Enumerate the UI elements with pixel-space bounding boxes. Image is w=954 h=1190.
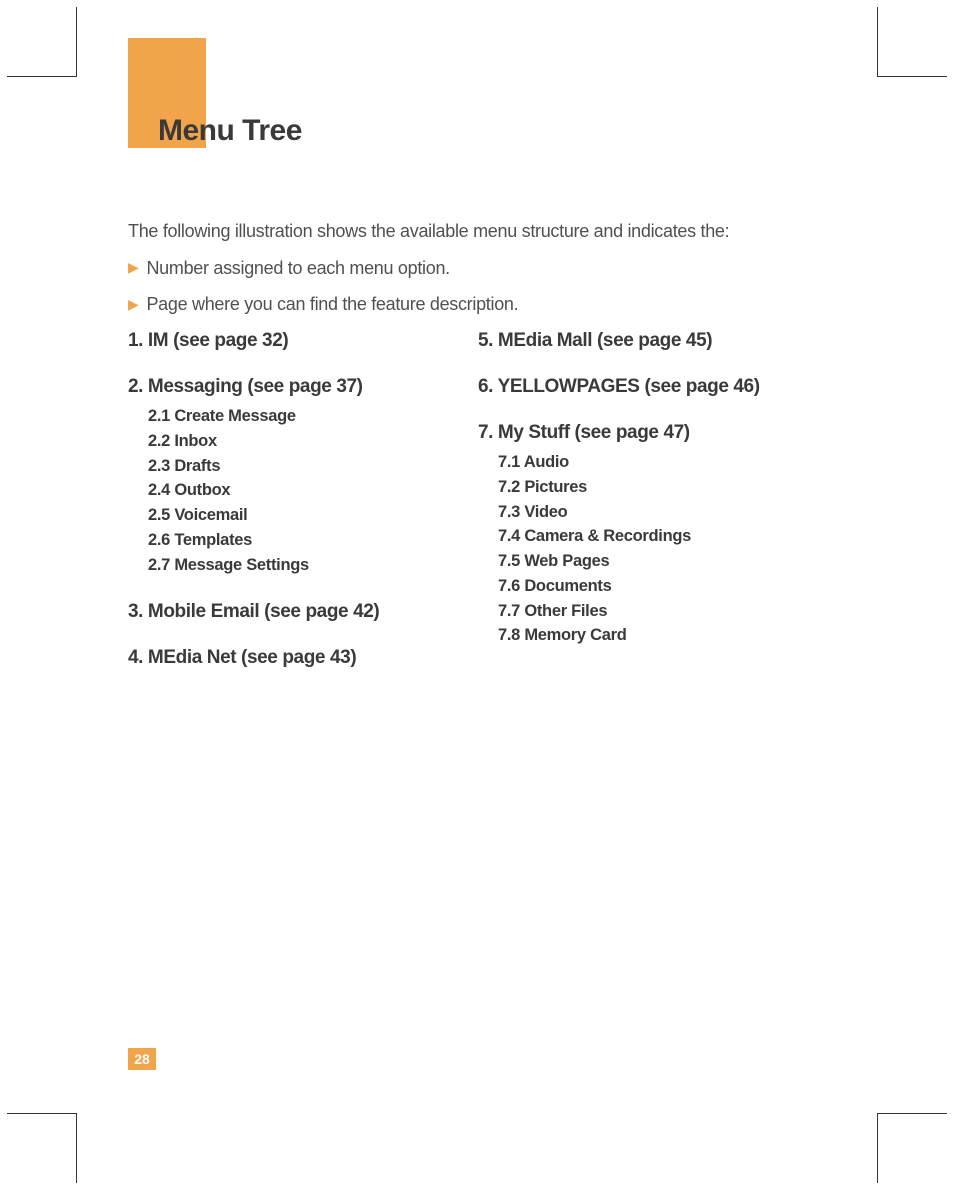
menu-subitem: 2.6 Templates: [148, 528, 478, 553]
crop-mark: [877, 76, 947, 77]
crop-mark: [877, 1113, 947, 1114]
menu-subitem: 7.6 Documents: [498, 574, 828, 599]
menu-subitem: 7.4 Camera & Recordings: [498, 524, 828, 549]
intro-section: The following illustration shows the ava…: [128, 216, 848, 320]
crop-mark: [7, 1113, 77, 1114]
menu-subitem: 7.5 Web Pages: [498, 549, 828, 574]
menu-section-title: 7. My Stuff (see page 47): [478, 422, 828, 444]
menu-subitem: 2.5 Voicemail: [148, 503, 478, 528]
menu-subitem: 2.4 Outbox: [148, 478, 478, 503]
menu-subitem: 2.1 Create Message: [148, 404, 478, 429]
bullet-list: ▶ Number assigned to each menu option. ▶…: [128, 253, 848, 320]
menu-subitems: 7.1 Audio 7.2 Pictures 7.3 Video 7.4 Cam…: [498, 450, 828, 648]
menu-section-title: 6. YELLOWPAGES (see page 46): [478, 376, 828, 398]
bullet-item: ▶ Page where you can find the feature de…: [128, 289, 848, 320]
menu-subitems: 2.1 Create Message 2.2 Inbox 2.3 Drafts …: [148, 404, 478, 577]
intro-text: The following illustration shows the ava…: [128, 216, 848, 247]
menu-subitem: 7.8 Memory Card: [498, 623, 828, 648]
menu-section-title: 2. Messaging (see page 37): [128, 376, 478, 398]
menu-subitem: 7.2 Pictures: [498, 475, 828, 500]
menu-section-title: 5. MEdia Mall (see page 45): [478, 330, 828, 352]
menu-subitem: 2.2 Inbox: [148, 429, 478, 454]
arrow-right-icon: ▶: [128, 293, 138, 317]
bullet-text: Number assigned to each menu option.: [146, 253, 449, 284]
arrow-right-icon: ▶: [128, 256, 138, 280]
crop-mark: [877, 7, 878, 77]
right-column: 5. MEdia Mall (see page 45) 6. YELLOWPAG…: [478, 330, 828, 675]
bullet-item: ▶ Number assigned to each menu option.: [128, 253, 848, 284]
page-title: Menu Tree: [158, 114, 302, 148]
menu-columns: 1. IM (see page 32) 2. Messaging (see pa…: [128, 330, 848, 675]
bullet-text: Page where you can find the feature desc…: [146, 289, 518, 320]
menu-subitem: 2.3 Drafts: [148, 454, 478, 479]
crop-mark: [877, 1113, 878, 1183]
menu-subitem: 2.7 Message Settings: [148, 553, 478, 578]
crop-mark: [76, 1113, 77, 1183]
page-number-box: 28: [128, 1048, 156, 1070]
menu-section-title: 1. IM (see page 32): [128, 330, 478, 352]
menu-section-title: 3. Mobile Email (see page 42): [128, 601, 478, 623]
page-number: 28: [134, 1051, 150, 1067]
menu-section-title: 4. MEdia Net (see page 43): [128, 647, 478, 669]
menu-subitem: 7.7 Other Files: [498, 599, 828, 624]
menu-subitem: 7.1 Audio: [498, 450, 828, 475]
crop-mark: [7, 76, 77, 77]
menu-subitem: 7.3 Video: [498, 500, 828, 525]
left-column: 1. IM (see page 32) 2. Messaging (see pa…: [128, 330, 478, 675]
crop-mark: [76, 7, 77, 77]
